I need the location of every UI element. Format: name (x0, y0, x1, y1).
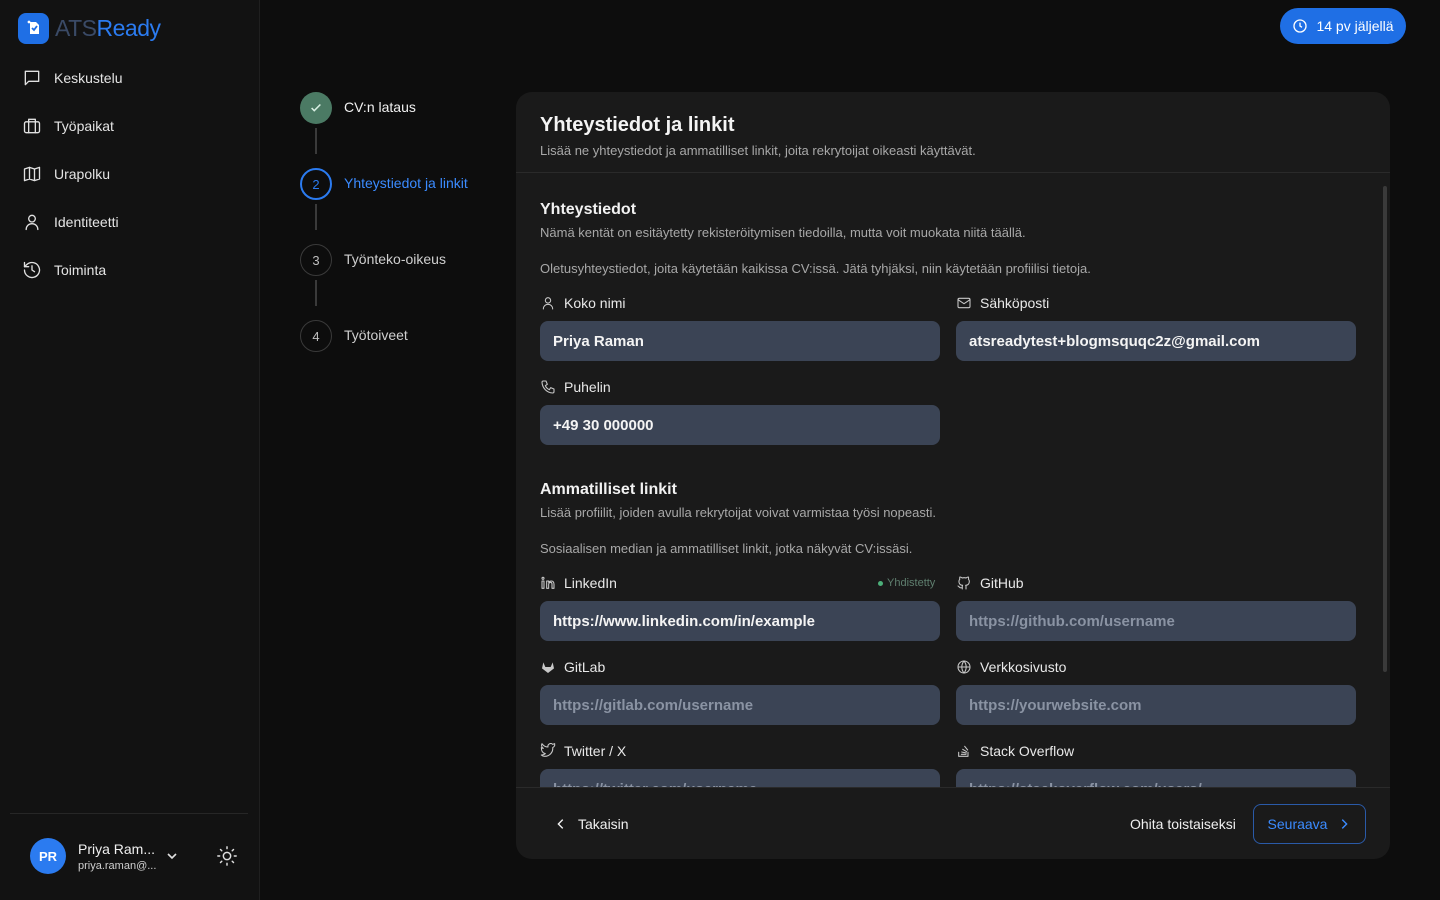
logo-icon (18, 12, 49, 44)
chevron-right-icon (1342, 819, 1349, 829)
website-input[interactable] (956, 685, 1356, 725)
card-body[interactable]: Yhteystiedot Nämä kentät on esitäytetty … (516, 174, 1390, 787)
chat-icon (24, 70, 40, 86)
step-job-preferences[interactable]: 4 Työtoiveet (300, 320, 408, 352)
gitlab-icon (542, 662, 554, 673)
sidebar-item-jobs[interactable]: Työpaikat (10, 102, 250, 150)
user-email: priya.raman@... (78, 859, 157, 872)
step-label: Yhteystiedot ja linkit (344, 175, 468, 191)
sidebar-item-label: Työpaikat (54, 118, 114, 134)
mail-icon (957, 297, 971, 309)
twitter-input[interactable] (540, 769, 940, 787)
step-cv-upload[interactable]: CV:n lataus (300, 92, 416, 124)
gitlab-input[interactable] (540, 685, 940, 725)
step-contact-links[interactable]: 2 Yhteystiedot ja linkit (300, 168, 468, 200)
email-input[interactable] (956, 321, 1356, 361)
stackoverflow-input[interactable] (956, 769, 1356, 787)
github-icon (957, 576, 970, 590)
user-name: Priya Ram... (78, 840, 156, 857)
logo-text-ats: ATS (55, 14, 97, 41)
status-dot (878, 580, 883, 586)
check-icon (300, 92, 332, 124)
card-title: Yhteystiedot ja linkit (540, 114, 735, 136)
globe-icon (957, 660, 971, 674)
step-number: 2 (300, 168, 332, 200)
linkedin-input[interactable] (540, 601, 940, 641)
sidebar: ATSReady Keskustelu Työpaikat Urapolku I… (0, 0, 260, 900)
sidebar-item-activity[interactable]: Toiminta (10, 246, 250, 294)
scrollbar[interactable] (1383, 186, 1387, 672)
links-section-title: Ammatilliset linkit (540, 481, 677, 498)
sidebar-divider (10, 813, 248, 814)
sidebar-nav: Keskustelu Työpaikat Urapolku Identiteet… (10, 54, 250, 294)
twitter-icon (540, 743, 556, 757)
card-header: Yhteystiedot ja linkit Lisää ne yhteysti… (516, 92, 1390, 173)
step-label: CV:n lataus (344, 99, 416, 115)
step-connector (315, 128, 317, 154)
github-input[interactable] (956, 601, 1356, 641)
linkedin-label: LinkedIn (540, 575, 617, 591)
app-logo[interactable]: ATSReady (18, 12, 161, 44)
sidebar-item-label: Identiteetti (54, 214, 119, 230)
avatar: PR (30, 838, 66, 874)
user-menu[interactable]: PR Priya Ram... priya.raman@... (30, 838, 177, 874)
user-icon (542, 297, 554, 310)
linkedin-connected-badge: Yhdistetty (878, 577, 935, 589)
trial-days-label: 14 pv jäljellä (1316, 18, 1394, 34)
sidebar-item-label: Toiminta (54, 262, 107, 278)
chevron-left-icon (557, 819, 564, 829)
sidebar-item-label: Urapolku (54, 166, 111, 182)
contact-section-title: Yhteystiedot (540, 201, 637, 218)
next-button[interactable]: Seuraava (1253, 804, 1366, 844)
full-name-label: Koko nimi (540, 295, 625, 311)
contact-section-subtitle: Nämä kentät on esitäytetty rekisteröitym… (540, 225, 1026, 240)
website-label: Verkkosivusto (956, 659, 1066, 675)
history-icon (23, 261, 41, 279)
map-icon (23, 166, 41, 182)
card-footer: Takaisin Ohita toistaiseksi Seuraava (516, 787, 1390, 859)
sun-icon[interactable] (216, 845, 238, 867)
step-label: Työtoiveet (344, 327, 408, 343)
step-number: 4 (300, 320, 332, 352)
links-section-note: Sosiaalisen median ja ammatilliset linki… (540, 541, 913, 556)
logo-text-ready: Ready (96, 14, 161, 41)
user-icon (25, 214, 39, 231)
stackoverflow-icon (958, 745, 969, 757)
contact-section-note: Oletusyhteystiedot, joita käytetään kaik… (540, 261, 1091, 276)
sidebar-item-career-path[interactable]: Urapolku (10, 150, 250, 198)
phone-label: Puhelin (540, 379, 611, 395)
step-number: 3 (300, 244, 332, 276)
card-subtitle: Lisää ne yhteystiedot ja ammatilliset li… (540, 143, 976, 158)
skip-button[interactable]: Ohita toistaiseksi (1130, 808, 1236, 840)
clock-icon (1293, 19, 1308, 33)
phone-icon (541, 380, 555, 394)
contact-links-card: Yhteystiedot ja linkit Lisää ne yhteysti… (516, 92, 1390, 859)
gitlab-label: GitLab (540, 659, 605, 675)
twitter-label: Twitter / X (540, 743, 626, 759)
stackoverflow-label: Stack Overflow (956, 743, 1074, 759)
step-connector (315, 280, 317, 306)
step-work-permit[interactable]: 3 Työnteko-oikeus (300, 244, 446, 276)
briefcase-icon (23, 118, 41, 134)
sidebar-item-chat[interactable]: Keskustelu (10, 54, 250, 102)
step-connector (315, 204, 317, 230)
linkedin-icon (541, 576, 555, 589)
github-label: GitHub (956, 575, 1024, 591)
sidebar-item-identity[interactable]: Identiteetti (10, 198, 250, 246)
sidebar-item-label: Keskustelu (54, 70, 123, 86)
full-name-input[interactable] (540, 321, 940, 361)
email-label: Sähköposti (956, 295, 1049, 311)
phone-input[interactable] (540, 405, 940, 445)
back-button[interactable]: Takaisin (554, 808, 629, 840)
step-label: Työnteko-oikeus (344, 251, 446, 267)
chevron-down-icon[interactable] (164, 848, 180, 864)
trial-days-badge[interactable]: 14 pv jäljellä (1280, 8, 1406, 44)
links-section-subtitle: Lisää profiilit, joiden avulla rekrytoij… (540, 505, 936, 520)
